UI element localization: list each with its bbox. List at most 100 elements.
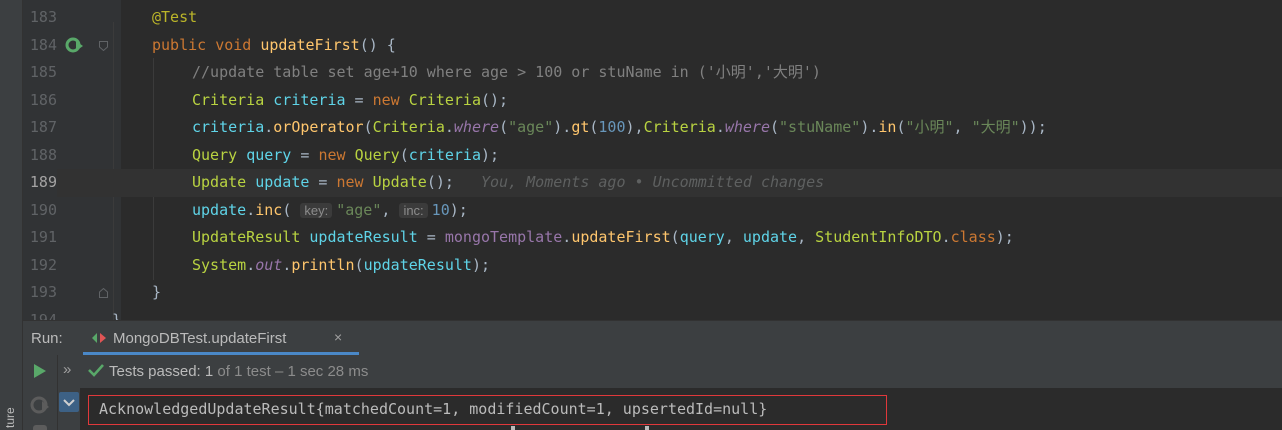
code-line-187[interactable]: 187 criteria.orOperator(Criteria.where("a… <box>23 114 1282 142</box>
code-token: "小明" <box>905 118 954 136</box>
code-token: in <box>878 118 897 136</box>
code-token: out <box>255 255 283 274</box>
console-output-line[interactable]: AcknowledgedUpdateResult{matchedCount=1,… <box>99 400 767 418</box>
code-line-188[interactable]: 188 Query query = new Query(criteria); <box>23 142 1282 170</box>
code-token: inc <box>255 200 283 219</box>
code-token: Criteria <box>372 118 445 136</box>
code-token: UpdateResult <box>192 228 310 246</box>
code-text: } <box>152 279 161 307</box>
structure-tab-label[interactable]: ture <box>3 404 17 428</box>
code-text: //update table set age+10 where age > 10… <box>192 59 821 87</box>
code-token: ); <box>995 228 1014 246</box>
run-label: Run: <box>31 330 63 347</box>
code-token: . <box>715 118 725 136</box>
code-line-192[interactable]: 192 System.out.println(updateResult); <box>23 252 1282 280</box>
code-token: update <box>192 200 247 219</box>
code-token: where <box>724 118 770 136</box>
parameter-hint: key: <box>300 202 333 218</box>
code-token: new <box>318 145 355 164</box>
code-token: orOperator <box>273 118 364 136</box>
code-token: new <box>336 173 373 191</box>
line-number: 189 <box>23 169 57 197</box>
code-token: System <box>192 255 247 274</box>
code-token: @Test <box>152 8 198 26</box>
expand-icon[interactable] <box>59 392 79 412</box>
run-icon[interactable] <box>33 363 47 379</box>
code-line-189[interactable]: 189 Update update = new Update(); You, Mo… <box>23 169 1282 197</box>
code-token: () { <box>359 35 396 54</box>
run-tool-window: » Tests passed: 1 of 1 test – 1 sec 28 m… <box>23 355 1282 430</box>
code-line-193[interactable]: 193} <box>23 279 1282 307</box>
code-token: class <box>950 228 996 246</box>
code-token: ); <box>449 200 468 219</box>
code-text: Update update = new Update(); You, Momen… <box>192 169 824 197</box>
code-text: public void updateFirst() { <box>152 32 396 60</box>
tests-detail: of 1 test – 1 sec 28 ms <box>217 363 369 380</box>
git-blame-annotation: You, Moments ago • Uncommitted changes <box>453 173 825 191</box>
line-number: 193 <box>29 283 57 301</box>
code-token: StudentInfoDTO <box>815 228 942 246</box>
line-number: 192 <box>29 255 57 274</box>
code-token: "age" <box>508 118 554 136</box>
code-token: (); <box>426 173 454 191</box>
code-token: = <box>345 90 373 109</box>
code-token: , <box>797 228 816 246</box>
code-token: )); <box>1019 118 1047 136</box>
fold-marker-icon[interactable] <box>99 40 108 51</box>
code-token: public <box>152 35 216 54</box>
code-line-190[interactable]: 190 update.inc( key: "age", inc: 10); <box>23 197 1282 225</box>
code-line-184[interactable]: 184 public void updateFirst() { <box>23 32 1282 60</box>
fold-marker-icon[interactable] <box>99 288 108 298</box>
code-line-185[interactable]: 185 //update table set age+10 where age >… <box>23 59 1282 87</box>
code-token: updateFirst <box>571 228 671 246</box>
code-text: criteria.orOperator(Criteria.where("age"… <box>192 114 1047 142</box>
code-token: where <box>453 118 500 136</box>
code-line-194[interactable]: 194} <box>23 307 1282 321</box>
line-number: 184 <box>29 35 57 54</box>
code-token: Update <box>372 173 427 191</box>
code-token: ). <box>860 118 879 136</box>
code-token: Query <box>192 145 247 164</box>
test-tree-toolbar: » <box>58 355 80 430</box>
tests-passed-count: 1 <box>204 363 214 380</box>
rerun-icon[interactable] <box>30 395 50 415</box>
toolbar-item[interactable] <box>33 425 47 430</box>
code-token: . <box>941 228 951 246</box>
code-token: query <box>246 145 292 164</box>
code-token: ); <box>481 145 500 164</box>
code-token: Query <box>354 145 400 164</box>
line-number: 186 <box>29 90 57 109</box>
close-icon[interactable]: × <box>334 329 342 345</box>
code-token: void <box>215 35 261 54</box>
code-token: ( <box>770 118 780 136</box>
line-number: 183 <box>29 8 57 26</box>
code-token: gt <box>571 118 590 136</box>
expand-arrows-icon[interactable]: » <box>63 361 71 378</box>
code-token: Criteria <box>408 90 481 109</box>
line-number: 185 <box>29 63 57 81</box>
code-line-186[interactable]: 186 Criteria criteria = new Criteria(); <box>23 87 1282 115</box>
code-token: ( <box>670 228 680 246</box>
code-line-191[interactable]: 191 UpdateResult updateResult = mongoTemp… <box>23 224 1282 252</box>
code-text: @Test <box>152 4 197 32</box>
code-token: ( <box>354 255 364 274</box>
tab-mongodbtest-updatefirst[interactable]: MongoDBTest.updateFirst × <box>83 321 359 355</box>
line-number: 187 <box>29 118 57 136</box>
check-icon <box>88 364 104 377</box>
code-editor[interactable]: 183 @Test 184 public void updateFirst() {18… <box>23 0 1282 320</box>
run-test-icon[interactable] <box>65 36 85 56</box>
code-token: "stuName" <box>779 118 861 136</box>
line-number: 190 <box>29 200 57 219</box>
code-token: ), <box>625 118 644 136</box>
code-token: , <box>381 200 400 219</box>
code-token: "age" <box>336 200 382 219</box>
code-token: 100 <box>598 118 626 136</box>
code-text: UpdateResult updateResult = mongoTemplat… <box>192 224 1014 252</box>
code-token: . <box>562 228 572 246</box>
tab-label: MongoDBTest.updateFirst <box>113 330 287 347</box>
code-token: } <box>112 310 122 321</box>
code-token: , <box>724 228 743 246</box>
test-status-bar: Tests passed: 1 of 1 test – 1 sec 28 ms <box>80 355 1282 388</box>
code-line-183[interactable]: 183 @Test <box>23 4 1282 32</box>
line-number: 191 <box>29 228 57 246</box>
